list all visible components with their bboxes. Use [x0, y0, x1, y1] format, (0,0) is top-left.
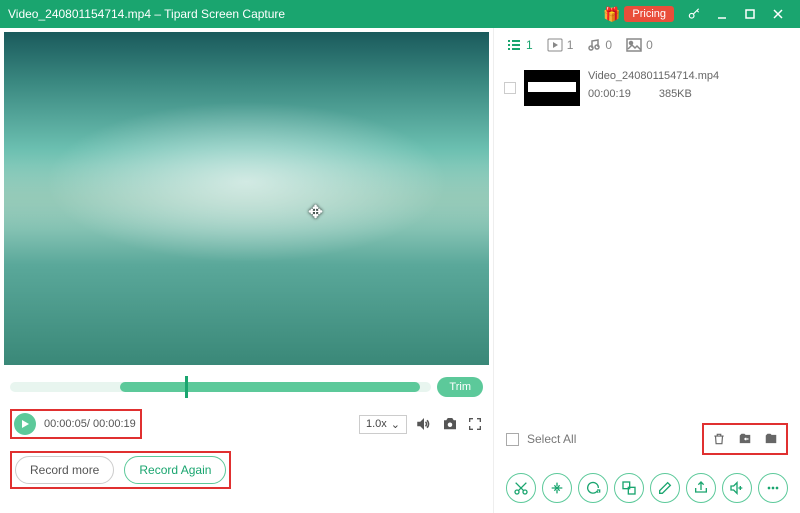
- timeline-playhead[interactable]: [185, 376, 188, 398]
- video-preview[interactable]: ✥: [4, 32, 489, 365]
- select-all-label: Select All: [527, 432, 576, 446]
- title-filename: Video_240801154714.mp4: [8, 7, 151, 21]
- minimize-button[interactable]: [708, 0, 736, 28]
- chevron-down-icon: ⌄: [391, 418, 400, 431]
- title-app: Tipard Screen Capture: [164, 7, 285, 21]
- speed-selector[interactable]: 1.0x ⌄: [359, 415, 407, 434]
- snapshot-icon[interactable]: [441, 415, 459, 433]
- volume-plus-icon[interactable]: [722, 473, 752, 503]
- share-icon[interactable]: [686, 473, 716, 503]
- filter-tabs: 1 1 0 0: [494, 28, 800, 62]
- folder-arrow-icon[interactable]: [734, 429, 756, 449]
- open-folder-icon[interactable]: [760, 429, 782, 449]
- tab-video[interactable]: 1: [547, 38, 574, 52]
- edit-icon[interactable]: [650, 473, 680, 503]
- record-again-button[interactable]: Record Again: [124, 456, 226, 484]
- play-button[interactable]: [14, 413, 36, 435]
- close-button[interactable]: [764, 0, 792, 28]
- tab-list[interactable]: 1: [506, 38, 533, 52]
- file-name: Video_240801154714.mp4: [588, 70, 719, 82]
- delete-icon[interactable]: [708, 429, 730, 449]
- pricing-badge[interactable]: Pricing: [624, 6, 674, 22]
- cut-icon[interactable]: [506, 473, 536, 503]
- gift-icon[interactable]: 🎁: [603, 6, 620, 23]
- tab-image[interactable]: 0: [626, 38, 653, 52]
- merge-icon[interactable]: [542, 473, 572, 503]
- file-list-item[interactable]: Video_240801154714.mp4 00:00:19 385KB: [494, 62, 800, 114]
- compress-icon[interactable]: [614, 473, 644, 503]
- file-size: 385KB: [659, 88, 692, 100]
- titlebar: Video_240801154714.mp4 – Tipard Screen C…: [0, 0, 800, 28]
- key-icon[interactable]: [680, 0, 708, 28]
- window-title: Video_240801154714.mp4 – Tipard Screen C…: [8, 7, 603, 21]
- more-icon[interactable]: [758, 473, 788, 503]
- trim-button[interactable]: Trim: [437, 377, 483, 397]
- convert-icon[interactable]: [578, 473, 608, 503]
- time-display: 00:00:05/ 00:00:19: [44, 418, 136, 430]
- select-all-checkbox[interactable]: [506, 433, 519, 446]
- volume-icon[interactable]: [415, 415, 433, 433]
- action-toolbar: [494, 463, 800, 513]
- file-checkbox[interactable]: [504, 82, 516, 94]
- file-duration: 00:00:19: [588, 88, 631, 100]
- move-cursor-icon: ✥: [308, 202, 323, 223]
- file-thumbnail[interactable]: [524, 70, 580, 106]
- timeline-selection: [120, 382, 420, 392]
- timeline-track[interactable]: [10, 382, 431, 392]
- record-more-button[interactable]: Record more: [15, 456, 114, 484]
- fullscreen-icon[interactable]: [467, 416, 483, 432]
- tab-audio[interactable]: 0: [587, 38, 612, 52]
- maximize-button[interactable]: [736, 0, 764, 28]
